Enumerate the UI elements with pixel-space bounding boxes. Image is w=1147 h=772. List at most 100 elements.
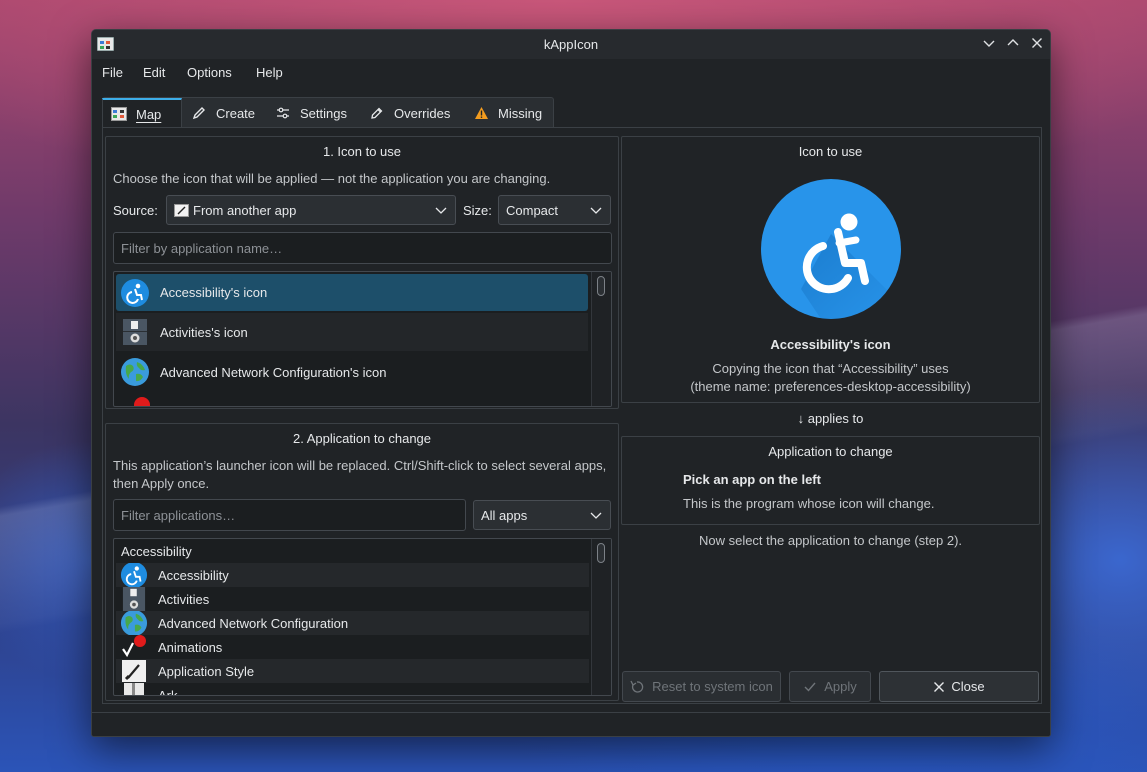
source-label: Source: xyxy=(113,203,158,218)
pencil-icon xyxy=(191,105,207,121)
archive-icon xyxy=(120,683,150,695)
app-panel-description: This application’s launcher icon will be… xyxy=(113,458,607,491)
menu-bar: File Edit Options Help xyxy=(92,59,1050,88)
status-bar xyxy=(92,712,1050,736)
chevron-down-icon xyxy=(983,40,995,47)
close-button[interactable]: Close xyxy=(879,671,1039,702)
warning-icon xyxy=(473,105,489,121)
table-row[interactable]: Application Style xyxy=(116,659,589,683)
check-icon xyxy=(804,682,816,692)
tab-missing-label: Missing xyxy=(498,105,543,121)
preview-title: Icon to use xyxy=(798,144,863,159)
tab-missing[interactable]: Missing xyxy=(473,98,555,128)
row-label: Advanced Network Configuration xyxy=(158,615,349,631)
close-button-label: Close xyxy=(951,679,985,694)
table-row[interactable]: Accessibility xyxy=(116,563,589,587)
icon-filter-input[interactable]: Filter by application name… xyxy=(113,232,612,264)
menu-options[interactable]: Options xyxy=(187,65,232,80)
window-title: kAppIcon xyxy=(543,37,599,52)
accessibility-icon xyxy=(120,563,150,587)
accessibility-icon xyxy=(120,278,150,308)
accessibility-icon xyxy=(761,179,901,319)
main-window: kAppIcon File Edit Options Help Map Crea… xyxy=(91,29,1051,737)
source-select[interactable]: From another app xyxy=(166,195,456,225)
target-preview-panel: Application to change Pick an app on the… xyxy=(621,436,1040,525)
group-header: Accessibility xyxy=(121,544,192,559)
list-item[interactable]: Accessibility's icon xyxy=(116,274,588,311)
row-label: Ark xyxy=(158,687,178,696)
list-item-label: Accessibility's icon xyxy=(160,285,268,300)
preview-icon-name: Accessibility's icon xyxy=(770,337,891,352)
list-item[interactable]: Advanced Network Configuration's icon xyxy=(116,353,588,391)
table-row[interactable]: Activities xyxy=(116,587,589,611)
close-icon xyxy=(934,681,945,692)
chevron-down-icon xyxy=(590,512,602,519)
preview-copy-line: Copying the icon that “Accessibility” us… xyxy=(712,361,949,376)
sliders-icon xyxy=(275,105,291,121)
target-description: This is the program whose icon will chan… xyxy=(683,496,935,511)
globe-icon xyxy=(120,357,150,387)
table-row[interactable]: Ark xyxy=(116,683,589,696)
reset-icon-button[interactable]: Reset to system icon xyxy=(622,671,781,702)
category-select[interactable]: All apps xyxy=(473,500,611,530)
title-bar: kAppIcon xyxy=(92,30,1050,59)
tab-settings-label: Settings xyxy=(300,105,347,121)
app-list-scrollbar[interactable] xyxy=(591,539,611,695)
menu-edit[interactable]: Edit xyxy=(143,65,165,80)
app-filter-input[interactable]: Filter applications… xyxy=(113,499,466,531)
tab-bar: Map Create Settings Overrides Missing xyxy=(102,97,554,128)
source-value: From another app xyxy=(193,202,297,218)
close-icon xyxy=(1032,38,1042,48)
animations-icon xyxy=(134,397,150,406)
list-item[interactable]: Activities's icon xyxy=(116,313,588,351)
tab-settings[interactable]: Settings xyxy=(275,98,365,128)
activities-icon xyxy=(120,587,150,611)
list-item-label: Advanced Network Configuration's icon xyxy=(160,364,387,380)
target-heading: Pick an app on the left xyxy=(683,472,821,487)
pencil-app-icon xyxy=(174,203,189,217)
target-preview-title: Application to change xyxy=(768,444,893,459)
scrollbar-thumb[interactable] xyxy=(597,543,605,563)
minimize-button[interactable] xyxy=(980,35,998,53)
preview-theme-line: (theme name: preferences-desktop-accessi… xyxy=(690,379,971,394)
list-item-label: Activities's icon xyxy=(160,324,248,340)
scrollbar-thumb[interactable] xyxy=(597,276,605,296)
icon-preview-panel: Icon to use Accessibility's icon Copying… xyxy=(621,136,1040,403)
target-app-panel: 2. Application to change This applicatio… xyxy=(105,423,619,701)
step-hint: Now select the application to change (st… xyxy=(698,533,963,548)
apply-button-label: Apply xyxy=(824,679,857,694)
brush-icon xyxy=(120,659,150,683)
row-label: Accessibility xyxy=(158,567,229,583)
tab-map[interactable]: Map xyxy=(102,98,182,128)
tab-create-label: Create xyxy=(216,105,256,121)
animations-icon xyxy=(120,635,150,659)
tab-overrides-label: Overrides xyxy=(394,105,451,121)
apply-button[interactable]: Apply xyxy=(789,671,871,702)
menu-file[interactable]: File xyxy=(102,65,123,80)
chevron-down-icon xyxy=(435,207,447,214)
chevron-up-icon xyxy=(1007,39,1019,46)
tab-overrides[interactable]: Overrides xyxy=(369,98,465,128)
edit-icon xyxy=(369,105,385,121)
globe-icon xyxy=(120,611,150,635)
window-close-button[interactable] xyxy=(1028,35,1046,53)
row-label: Activities xyxy=(158,591,210,607)
table-row[interactable]: Advanced Network Configuration xyxy=(116,611,589,635)
reset-button-label: Reset to system icon xyxy=(652,679,773,694)
icon-panel-description: Choose the icon that will be applied — n… xyxy=(113,171,551,186)
activities-icon xyxy=(120,317,150,347)
tab-map-label: Map xyxy=(136,106,162,122)
tab-create[interactable]: Create xyxy=(191,98,273,128)
row-label: Animations xyxy=(158,639,223,655)
icon-list-scrollbar[interactable] xyxy=(591,272,611,406)
chevron-down-icon xyxy=(590,207,602,214)
row-label: Application Style xyxy=(158,663,255,679)
maximize-button[interactable] xyxy=(1004,35,1022,53)
icon-source-list[interactable]: Accessibility's icon Activities's icon A… xyxy=(113,271,612,407)
icon-panel-title: 1. Icon to use xyxy=(322,144,402,159)
table-row[interactable]: Animations xyxy=(116,635,589,659)
size-select[interactable]: Compact xyxy=(498,195,611,225)
app-list[interactable]: Accessibility Accessibility Activities A… xyxy=(113,538,612,696)
map-tab-content: 1. Icon to use Choose the icon that will… xyxy=(102,127,1042,704)
menu-help[interactable]: Help xyxy=(256,65,283,80)
